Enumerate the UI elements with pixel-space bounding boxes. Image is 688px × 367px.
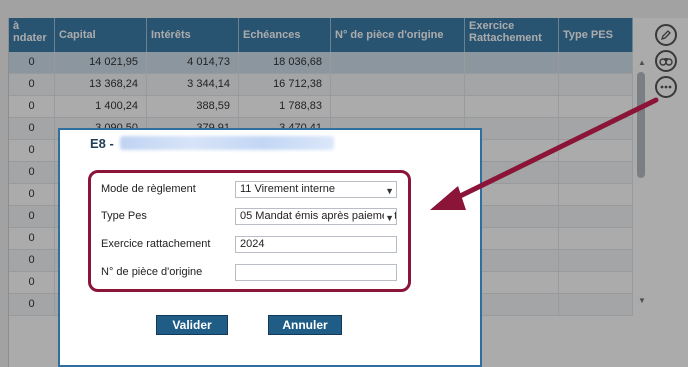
chevron-down-icon: ▼ bbox=[385, 186, 394, 196]
type-pes-value: 05 Mandat émis après paiement bbox=[240, 210, 397, 222]
dialog-title: E8 - bbox=[90, 136, 114, 151]
piece-origine-label: N° de pièce d'origine bbox=[101, 266, 203, 278]
exercice-rattachement-input[interactable]: 2024 bbox=[235, 236, 397, 253]
mode-reglement-value: 11 Virement interne bbox=[240, 183, 335, 195]
mode-reglement-select[interactable]: 11 Virement interne ▼ bbox=[235, 181, 397, 198]
modal-dialog: E8 - Mode de règlement 11 Virement inter… bbox=[58, 128, 482, 367]
mode-reglement-label: Mode de règlement bbox=[101, 183, 196, 195]
redacted-title-text bbox=[120, 136, 334, 150]
type-pes-select[interactable]: 05 Mandat émis après paiement ▼ bbox=[235, 208, 397, 225]
highlight-box: Mode de règlement 11 Virement interne ▼ … bbox=[88, 170, 411, 292]
cancel-button[interactable]: Annuler bbox=[268, 315, 342, 335]
exercice-rattachement-label: Exercice rattachement bbox=[101, 238, 211, 250]
validate-button[interactable]: Valider bbox=[156, 315, 228, 335]
type-pes-label: Type Pes bbox=[101, 210, 147, 222]
chevron-down-icon: ▼ bbox=[384, 211, 394, 224]
piece-origine-input[interactable] bbox=[235, 264, 397, 281]
